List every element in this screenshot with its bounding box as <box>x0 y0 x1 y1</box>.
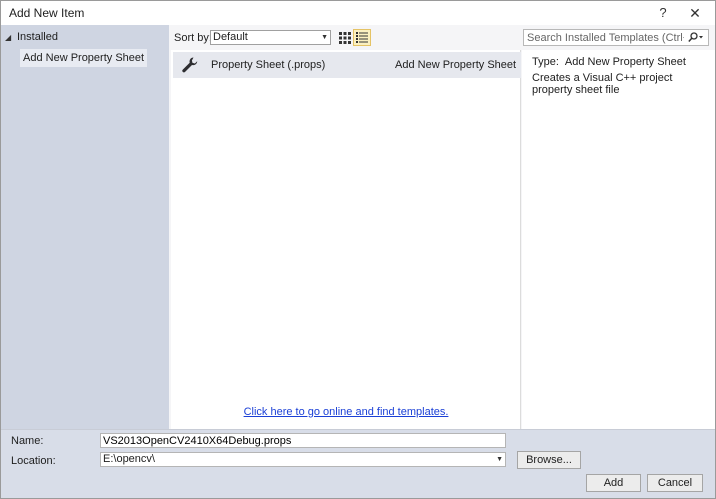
wrench-icon <box>181 56 199 74</box>
item-form: Name: Location: E:\opencv\ ▼ Browse... A… <box>1 429 715 498</box>
location-label: Location: <box>11 455 56 467</box>
template-category: Add New Property Sheet <box>395 59 517 71</box>
template-name: Property Sheet (.props) <box>211 59 326 71</box>
help-button[interactable]: ? <box>652 3 674 23</box>
small-icons-view-icon[interactable] <box>336 29 354 46</box>
type-value: Add New Property Sheet <box>564 56 686 68</box>
tree-node-installed[interactable]: ◢ Installed <box>5 29 58 45</box>
tree-node-label: Installed <box>17 31 58 43</box>
chevron-down-icon[interactable]: ▼ <box>496 453 503 466</box>
find-templates-online-link[interactable]: Click here to go online and find templat… <box>171 406 521 418</box>
template-details: Type: Add New Property Sheet Creates a Vi… <box>522 50 715 429</box>
list-view-icon[interactable] <box>353 29 371 46</box>
search-input[interactable] <box>524 30 684 45</box>
location-dropdown[interactable]: E:\opencv\ ▼ <box>100 452 506 467</box>
sort-by-value: Default <box>213 31 248 43</box>
type-key: Type: <box>532 56 559 68</box>
category-tree: ◢ Installed Add New Property Sheet <box>1 25 169 429</box>
cancel-button[interactable]: Cancel <box>647 474 703 492</box>
close-button[interactable]: ✕ <box>684 3 706 23</box>
template-list: Property Sheet (.props) Add New Property… <box>171 50 521 429</box>
title-bar: Add New Item ? ✕ <box>1 1 715 25</box>
collapse-arrow-icon[interactable]: ◢ <box>5 30 17 46</box>
search-box <box>523 29 709 46</box>
add-new-item-dialog: Add New Item ? ✕ ◢ Installed Add New Prop… <box>0 0 716 499</box>
location-value: E:\opencv\ <box>103 453 155 465</box>
name-field[interactable] <box>100 433 506 448</box>
search-icon[interactable] <box>686 31 706 44</box>
sort-by-dropdown[interactable]: Default ▼ <box>210 30 331 45</box>
template-row[interactable]: Property Sheet (.props) Add New Property… <box>173 52 521 78</box>
sort-by-label: Sort by: <box>174 32 212 44</box>
template-type: Type: Add New Property Sheet <box>532 56 686 68</box>
tree-item-add-new-property-sheet[interactable]: Add New Property Sheet <box>20 49 148 67</box>
browse-button[interactable]: Browse... <box>517 451 581 469</box>
name-label: Name: <box>11 435 44 447</box>
add-button[interactable]: Add <box>586 474 641 492</box>
dialog-title: Add New Item <box>9 6 85 20</box>
chevron-down-icon: ▼ <box>321 34 328 41</box>
template-description: Creates a Visual C++ project property sh… <box>532 72 673 96</box>
template-toolbar: Sort by: Default ▼ <box>169 25 715 50</box>
